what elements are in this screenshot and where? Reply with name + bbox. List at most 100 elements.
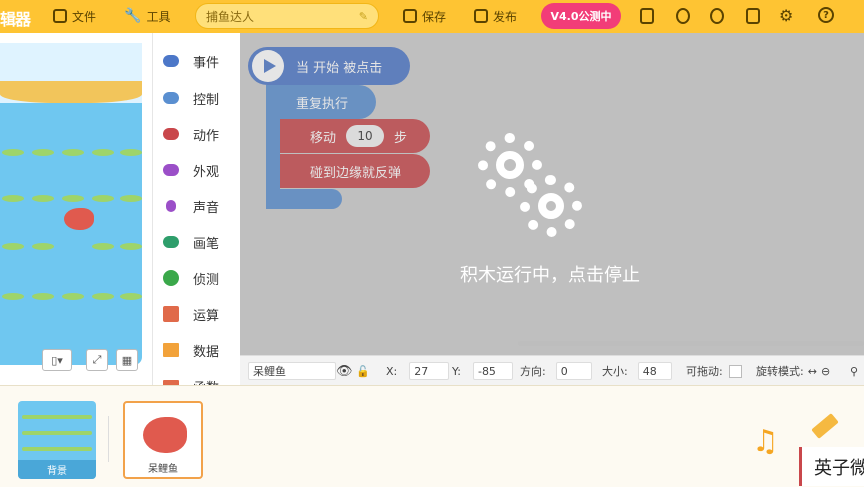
gear-small <box>520 175 582 237</box>
lily-pad <box>120 149 142 156</box>
app-brand: 辑器 <box>0 10 31 29</box>
horizontal-scrollbar[interactable] <box>518 341 864 346</box>
category-data[interactable]: 数据 <box>163 339 219 361</box>
pencil-edit-icon: ✎ <box>358 9 368 23</box>
lock-icon[interactable]: 🔓 <box>356 362 370 380</box>
publish-button[interactable]: 发布 <box>474 6 517 26</box>
script-workspace[interactable]: 重复执行 当 开始 被点击 移动 10 步 碰到边缘就反弹 积木运行中，点击停止 <box>240 33 864 355</box>
version-button[interactable]: V4.0公测中 <box>541 3 621 29</box>
category-label: 动作 <box>193 128 220 144</box>
ime-candidate-window: 英子微 <box>799 447 864 486</box>
tools-menu[interactable]: 🔧 工具 <box>124 6 170 26</box>
gamepad-icon <box>163 92 179 104</box>
fish-thumbnail-image <box>143 417 187 453</box>
sprite-name-value[interactable]: 呆鲤鱼 <box>248 362 336 380</box>
category-operators[interactable]: 运算 <box>163 303 219 325</box>
backdrop-label: 背景 <box>18 460 96 479</box>
lily-pad <box>32 243 54 250</box>
category-label: 外观 <box>193 164 220 180</box>
category-motion[interactable]: 动作 <box>163 123 219 145</box>
category-sound[interactable]: 声音 <box>163 195 219 217</box>
eye-icon[interactable]: 👁 <box>336 362 353 380</box>
left-right-arrow-icon[interactable]: ↔ <box>808 365 817 378</box>
block-categories: 事件 控制 动作 外观 声音 画笔 侦测 运算 数据 函数 <box>152 33 242 385</box>
y-field: Y: -85 <box>452 362 513 380</box>
stage-island <box>0 81 142 103</box>
shirt-icon <box>163 164 179 176</box>
stage-panel: ▯▾ ⤢ ▦ <box>0 33 152 385</box>
save-button[interactable]: 保存 <box>403 6 446 26</box>
sprite-info-bar: 呆鲤鱼 👁 🔓 X: 27 Y: -85 方向: 0 大小: 48 可拖动: 旋… <box>240 355 864 386</box>
file-menu-label: 文件 <box>72 9 97 24</box>
category-pen[interactable]: 画笔 <box>163 231 219 253</box>
calendar-icon[interactable] <box>746 8 760 24</box>
category-control[interactable]: 控制 <box>163 87 219 109</box>
lily-pad <box>92 195 114 202</box>
direction-label: 方向: <box>520 365 546 378</box>
thumb-pads <box>22 447 92 451</box>
category-label: 侦测 <box>193 272 220 288</box>
grid-icon[interactable]: ▦ <box>116 349 138 371</box>
gear-icon[interactable]: ⚙ <box>779 6 793 25</box>
lily-pad <box>120 195 142 202</box>
y-label: Y: <box>452 364 461 378</box>
sprite-thumbnail[interactable]: 呆鲤鱼 <box>123 401 203 479</box>
lily-pad <box>92 243 114 250</box>
device-select-button[interactable]: ▯▾ <box>42 349 72 371</box>
category-events[interactable]: 事件 <box>163 50 219 72</box>
robot-icon[interactable] <box>676 8 690 24</box>
lily-pad <box>2 243 24 250</box>
y-input[interactable]: -85 <box>472 362 513 380</box>
lily-pad <box>32 293 54 300</box>
save-label: 保存 <box>422 9 447 24</box>
category-looks[interactable]: 外观 <box>163 159 219 181</box>
lily-pad <box>92 149 114 156</box>
help-icon[interactable]: ? <box>818 7 834 23</box>
project-name-input[interactable]: 捕鱼达人 ✎ <box>195 3 379 29</box>
sprite-name-field[interactable]: 呆鲤鱼 <box>248 362 336 380</box>
fullscreen-icon[interactable]: ⤢ <box>86 349 108 371</box>
stage-canvas[interactable] <box>0 43 142 365</box>
music-icon[interactable]: ♫ <box>752 424 779 459</box>
x-input[interactable]: 27 <box>409 362 450 380</box>
top-toolbar: 辑器 文件 🔧 工具 捕鱼达人 ✎ 保存 发布 V4.0公测中 ⚙ ? <box>0 0 864 33</box>
tray-divider <box>108 416 109 462</box>
running-message[interactable]: 积木运行中，点击停止 <box>400 261 700 287</box>
fish-sprite[interactable] <box>64 208 94 230</box>
extension-icon[interactable] <box>710 8 724 24</box>
lily-pad <box>120 243 142 250</box>
wrench-icon: 🔧 <box>124 8 142 24</box>
zoom-out-icon[interactable]: ⊖ <box>821 365 830 378</box>
file-menu[interactable]: 文件 <box>53 6 96 26</box>
lily-pad <box>2 195 24 202</box>
lily-pad <box>32 149 54 156</box>
category-label: 画笔 <box>193 236 220 252</box>
draggable-checkbox[interactable] <box>728 364 742 378</box>
thumb-pads <box>22 415 92 419</box>
lily-pad <box>2 293 24 300</box>
gears-icon <box>478 133 588 243</box>
draggable-label: 可拖动: <box>686 365 723 378</box>
lily-pad <box>32 195 54 202</box>
project-name-value: 捕鱼达人 <box>206 9 255 24</box>
x-field: X: 27 <box>386 362 450 380</box>
lily-pad <box>120 293 142 300</box>
size-input[interactable]: 48 <box>637 362 672 380</box>
lily-pad <box>62 293 84 300</box>
backdrop-thumbnail[interactable]: 背景 <box>18 401 96 479</box>
lily-pad <box>62 195 84 202</box>
category-functions[interactable]: 函数 <box>163 375 219 385</box>
category-label: 事件 <box>193 55 220 71</box>
draggable-field: 可拖动: <box>686 362 742 380</box>
category-sensing[interactable]: 侦测 <box>163 267 219 289</box>
search-icon[interactable]: ⚲ <box>850 362 858 380</box>
lily-pad <box>62 149 84 156</box>
ghost-icon <box>163 128 179 140</box>
target-icon <box>163 270 179 286</box>
size-field: 大小: 48 <box>602 362 672 380</box>
category-label: 声音 <box>193 200 220 216</box>
publish-label: 发布 <box>493 9 518 24</box>
size-label: 大小: <box>602 365 628 378</box>
direction-input[interactable]: 0 <box>555 362 592 380</box>
phone-icon[interactable] <box>640 8 654 24</box>
